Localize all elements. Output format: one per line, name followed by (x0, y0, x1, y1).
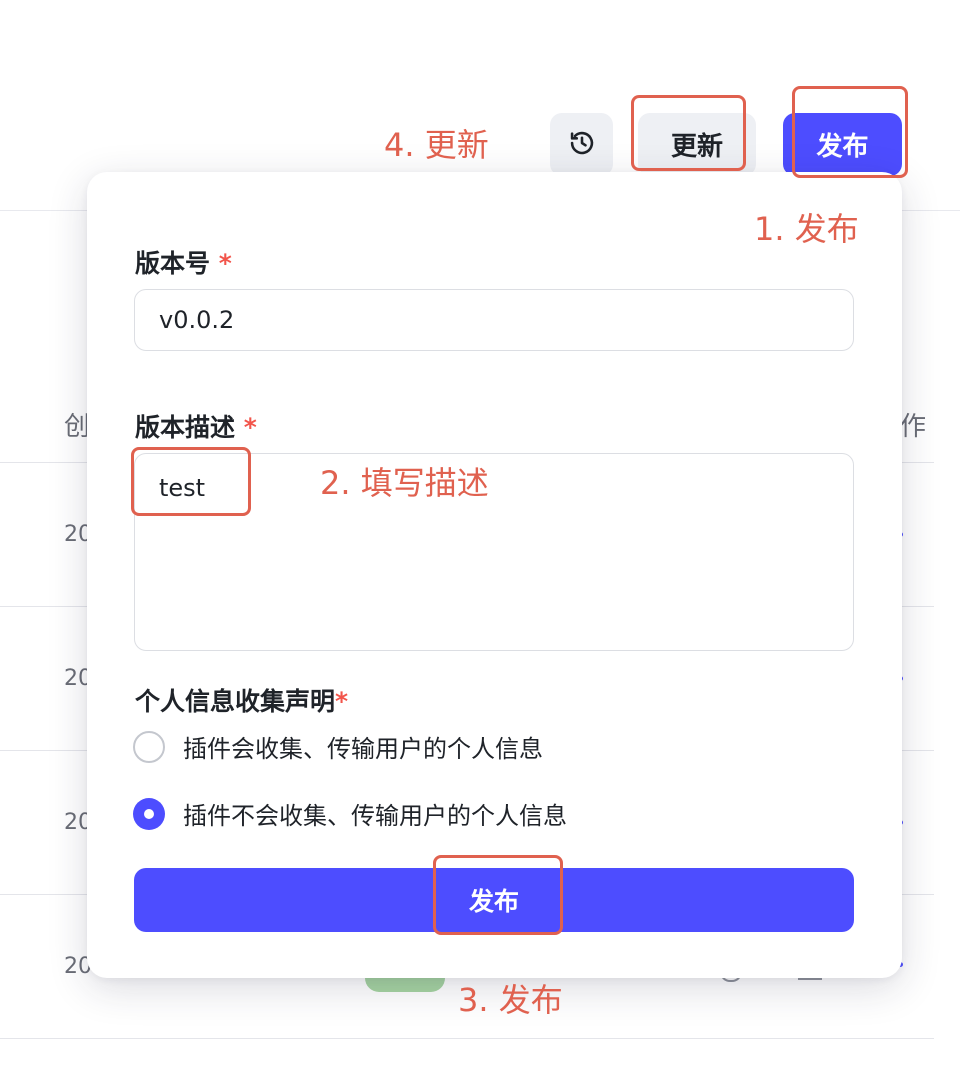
required-mark: * (243, 413, 257, 442)
annotation-step-3: 3. 发布 (458, 981, 563, 1019)
required-mark: * (218, 249, 232, 278)
version-input[interactable] (134, 289, 854, 351)
submit-publish-button[interactable]: 发布 (134, 868, 854, 932)
history-clock-icon (568, 129, 596, 160)
publish-popover: 版本号 * 版本描述 * test 个人信息收集声明* 插件会收集、传输用户的个… (87, 172, 902, 978)
privacy-option-collects[interactable]: 插件会收集、传输用户的个人信息 (133, 729, 543, 764)
radio-checked[interactable] (133, 797, 165, 830)
table-column-header-actions: 作 (900, 412, 927, 442)
update-button[interactable]: 更新 (638, 113, 756, 176)
table-row-divider (0, 1038, 934, 1039)
radio-label: 插件不会收集、传输用户的个人信息 (183, 802, 567, 830)
privacy-statement-label: 个人信息收集声明* (135, 687, 349, 716)
version-history-button[interactable] (550, 113, 613, 176)
description-label: 版本描述 * (135, 413, 257, 442)
annotation-step-4: 4. 更新 (384, 126, 489, 164)
radio-unchecked[interactable] (133, 730, 165, 763)
version-label: 版本号 * (135, 249, 232, 278)
publish-button[interactable]: 发布 (783, 113, 902, 176)
privacy-option-no-collect[interactable]: 插件不会收集、传输用户的个人信息 (133, 796, 567, 831)
required-mark: * (335, 687, 349, 716)
radio-label: 插件会收集、传输用户的个人信息 (183, 735, 543, 763)
description-textarea[interactable]: test (134, 453, 854, 651)
